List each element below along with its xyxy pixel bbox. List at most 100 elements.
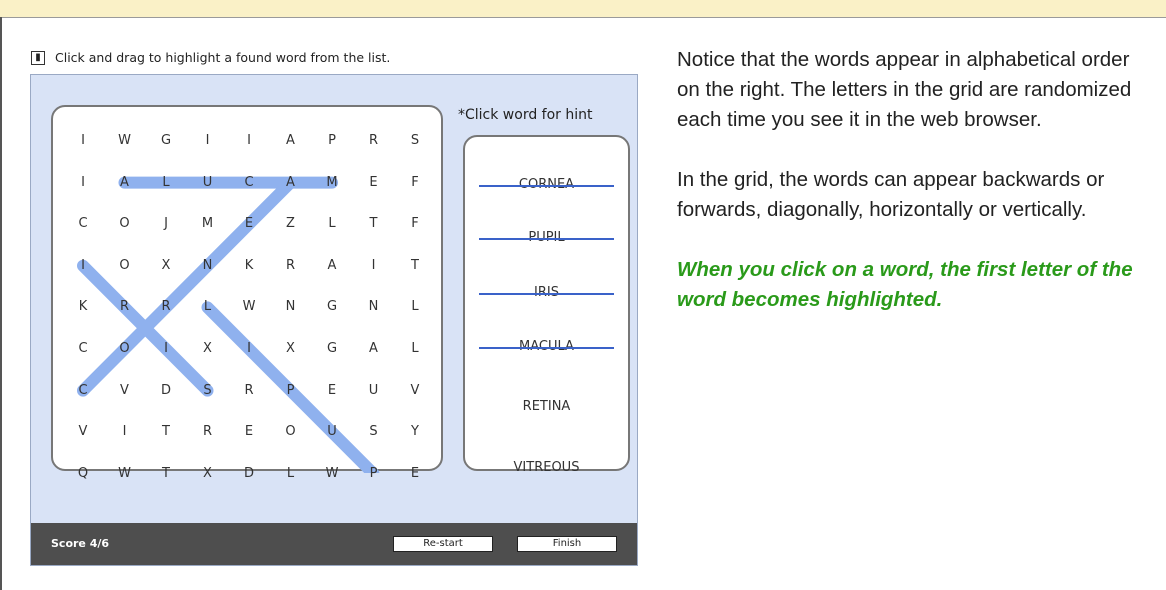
- grid-cell[interactable]: Z: [276, 214, 306, 234]
- word-strike: [479, 185, 614, 187]
- grid-cell[interactable]: S: [193, 381, 223, 401]
- instruction-text: Click and drag to highlight a found word…: [55, 50, 391, 65]
- grid-cell[interactable]: G: [317, 297, 347, 317]
- grid-cell[interactable]: A: [359, 339, 389, 359]
- grid-cell[interactable]: Q: [68, 464, 98, 484]
- grid-cell[interactable]: W: [317, 464, 347, 484]
- grid-cell[interactable]: F: [400, 214, 430, 234]
- grid-cell[interactable]: P: [317, 131, 347, 151]
- grid-cell[interactable]: K: [68, 297, 98, 317]
- grid-cell[interactable]: A: [276, 131, 306, 151]
- grid-cell[interactable]: D: [234, 464, 264, 484]
- word-item[interactable]: VITREOUS: [465, 458, 628, 478]
- grid-cell[interactable]: C: [234, 173, 264, 193]
- word-strike: [479, 293, 614, 295]
- found-word-highlights: [77, 176, 380, 473]
- grid-cell[interactable]: R: [234, 381, 264, 401]
- word-item[interactable]: RETINA: [465, 397, 628, 417]
- grid-cell[interactable]: N: [359, 297, 389, 317]
- grid-cell[interactable]: C: [68, 381, 98, 401]
- grid-cell[interactable]: M: [317, 173, 347, 193]
- grid-cell[interactable]: G: [151, 131, 181, 151]
- word-item[interactable]: IRIS: [465, 283, 628, 303]
- grid-cell[interactable]: E: [359, 173, 389, 193]
- grid-cell[interactable]: K: [234, 256, 264, 276]
- grid-cell[interactable]: U: [359, 381, 389, 401]
- grid-cell[interactable]: I: [68, 256, 98, 276]
- bottom-bar: Score 4/6 Re-start Finish: [31, 523, 637, 565]
- grid-cell[interactable]: A: [276, 173, 306, 193]
- word-item[interactable]: PUPIL: [465, 228, 628, 248]
- grid-cell[interactable]: N: [193, 256, 223, 276]
- grid-cell[interactable]: W: [110, 131, 140, 151]
- grid-cell[interactable]: X: [193, 339, 223, 359]
- word-item[interactable]: CORNEA: [465, 175, 628, 195]
- grid-cell[interactable]: R: [359, 131, 389, 151]
- grid-cell[interactable]: X: [151, 256, 181, 276]
- grid-cell[interactable]: U: [193, 173, 223, 193]
- grid-cell[interactable]: L: [151, 173, 181, 193]
- grid-cell[interactable]: C: [68, 214, 98, 234]
- grid-cell[interactable]: T: [151, 464, 181, 484]
- grid-cell[interactable]: T: [151, 422, 181, 442]
- top-banner-strip: [0, 0, 1166, 18]
- grid-cell[interactable]: A: [317, 256, 347, 276]
- grid-cell[interactable]: D: [151, 381, 181, 401]
- grid-cell[interactable]: M: [193, 214, 223, 234]
- grid-cell[interactable]: X: [276, 339, 306, 359]
- grid-cell[interactable]: R: [276, 256, 306, 276]
- grid-cell[interactable]: I: [193, 131, 223, 151]
- grid-cell[interactable]: L: [400, 297, 430, 317]
- grid-cell[interactable]: T: [400, 256, 430, 276]
- grid-cell[interactable]: U: [317, 422, 347, 442]
- grid-cell[interactable]: L: [193, 297, 223, 317]
- grid-cell[interactable]: R: [151, 297, 181, 317]
- grid-cell[interactable]: L: [317, 214, 347, 234]
- grid-cell[interactable]: E: [400, 464, 430, 484]
- grid-cell[interactable]: I: [151, 339, 181, 359]
- grid-cell[interactable]: T: [359, 214, 389, 234]
- grid-cell[interactable]: I: [234, 339, 264, 359]
- grid-cell[interactable]: O: [110, 339, 140, 359]
- grid-cell[interactable]: A: [110, 173, 140, 193]
- grid-cell[interactable]: V: [110, 381, 140, 401]
- grid-cell[interactable]: O: [276, 422, 306, 442]
- word-item[interactable]: MACULA: [465, 337, 628, 357]
- grid-cell[interactable]: I: [359, 256, 389, 276]
- grid-cell[interactable]: S: [400, 131, 430, 151]
- paragraph-directions: In the grid, the words can appear backwa…: [677, 168, 1105, 221]
- grid-cell[interactable]: C: [68, 339, 98, 359]
- grid-cell[interactable]: R: [110, 297, 140, 317]
- grid-cell[interactable]: X: [193, 464, 223, 484]
- grid-cell[interactable]: O: [110, 256, 140, 276]
- grid-cell[interactable]: I: [68, 131, 98, 151]
- grid-cell[interactable]: I: [234, 131, 264, 151]
- grid-cell[interactable]: W: [234, 297, 264, 317]
- grid-cell[interactable]: I: [110, 422, 140, 442]
- finish-button[interactable]: Finish: [517, 536, 617, 552]
- grid-cell[interactable]: P: [276, 381, 306, 401]
- grid-cell[interactable]: E: [317, 381, 347, 401]
- grid-cell[interactable]: V: [68, 422, 98, 442]
- letter-grid[interactable]: IWGIIAPRSIALUCAMEFCOJMEZLTFIOXNKRAITKRRL…: [51, 105, 443, 481]
- grid-cell[interactable]: Y: [400, 422, 430, 442]
- grid-cell[interactable]: S: [359, 422, 389, 442]
- grid-cell[interactable]: R: [193, 422, 223, 442]
- restart-button[interactable]: Re-start: [393, 536, 493, 552]
- grid-cell[interactable]: P: [359, 464, 389, 484]
- explanation-text: Notice that the words appear in alphabet…: [677, 45, 1157, 345]
- grid-cell[interactable]: N: [276, 297, 306, 317]
- grid-cell[interactable]: J: [151, 214, 181, 234]
- grid-cell[interactable]: E: [234, 214, 264, 234]
- grid-cell[interactable]: E: [234, 422, 264, 442]
- grid-cell[interactable]: L: [400, 339, 430, 359]
- grid-cell[interactable]: L: [276, 464, 306, 484]
- grid-cell[interactable]: G: [317, 339, 347, 359]
- score-text: Score 4/6: [51, 537, 110, 550]
- grid-cell[interactable]: O: [110, 214, 140, 234]
- word-search-panel: IWGIIAPRSIALUCAMEFCOJMEZLTFIOXNKRAITKRRL…: [30, 74, 638, 566]
- grid-cell[interactable]: W: [110, 464, 140, 484]
- grid-cell[interactable]: I: [68, 173, 98, 193]
- grid-cell[interactable]: V: [400, 381, 430, 401]
- grid-cell[interactable]: F: [400, 173, 430, 193]
